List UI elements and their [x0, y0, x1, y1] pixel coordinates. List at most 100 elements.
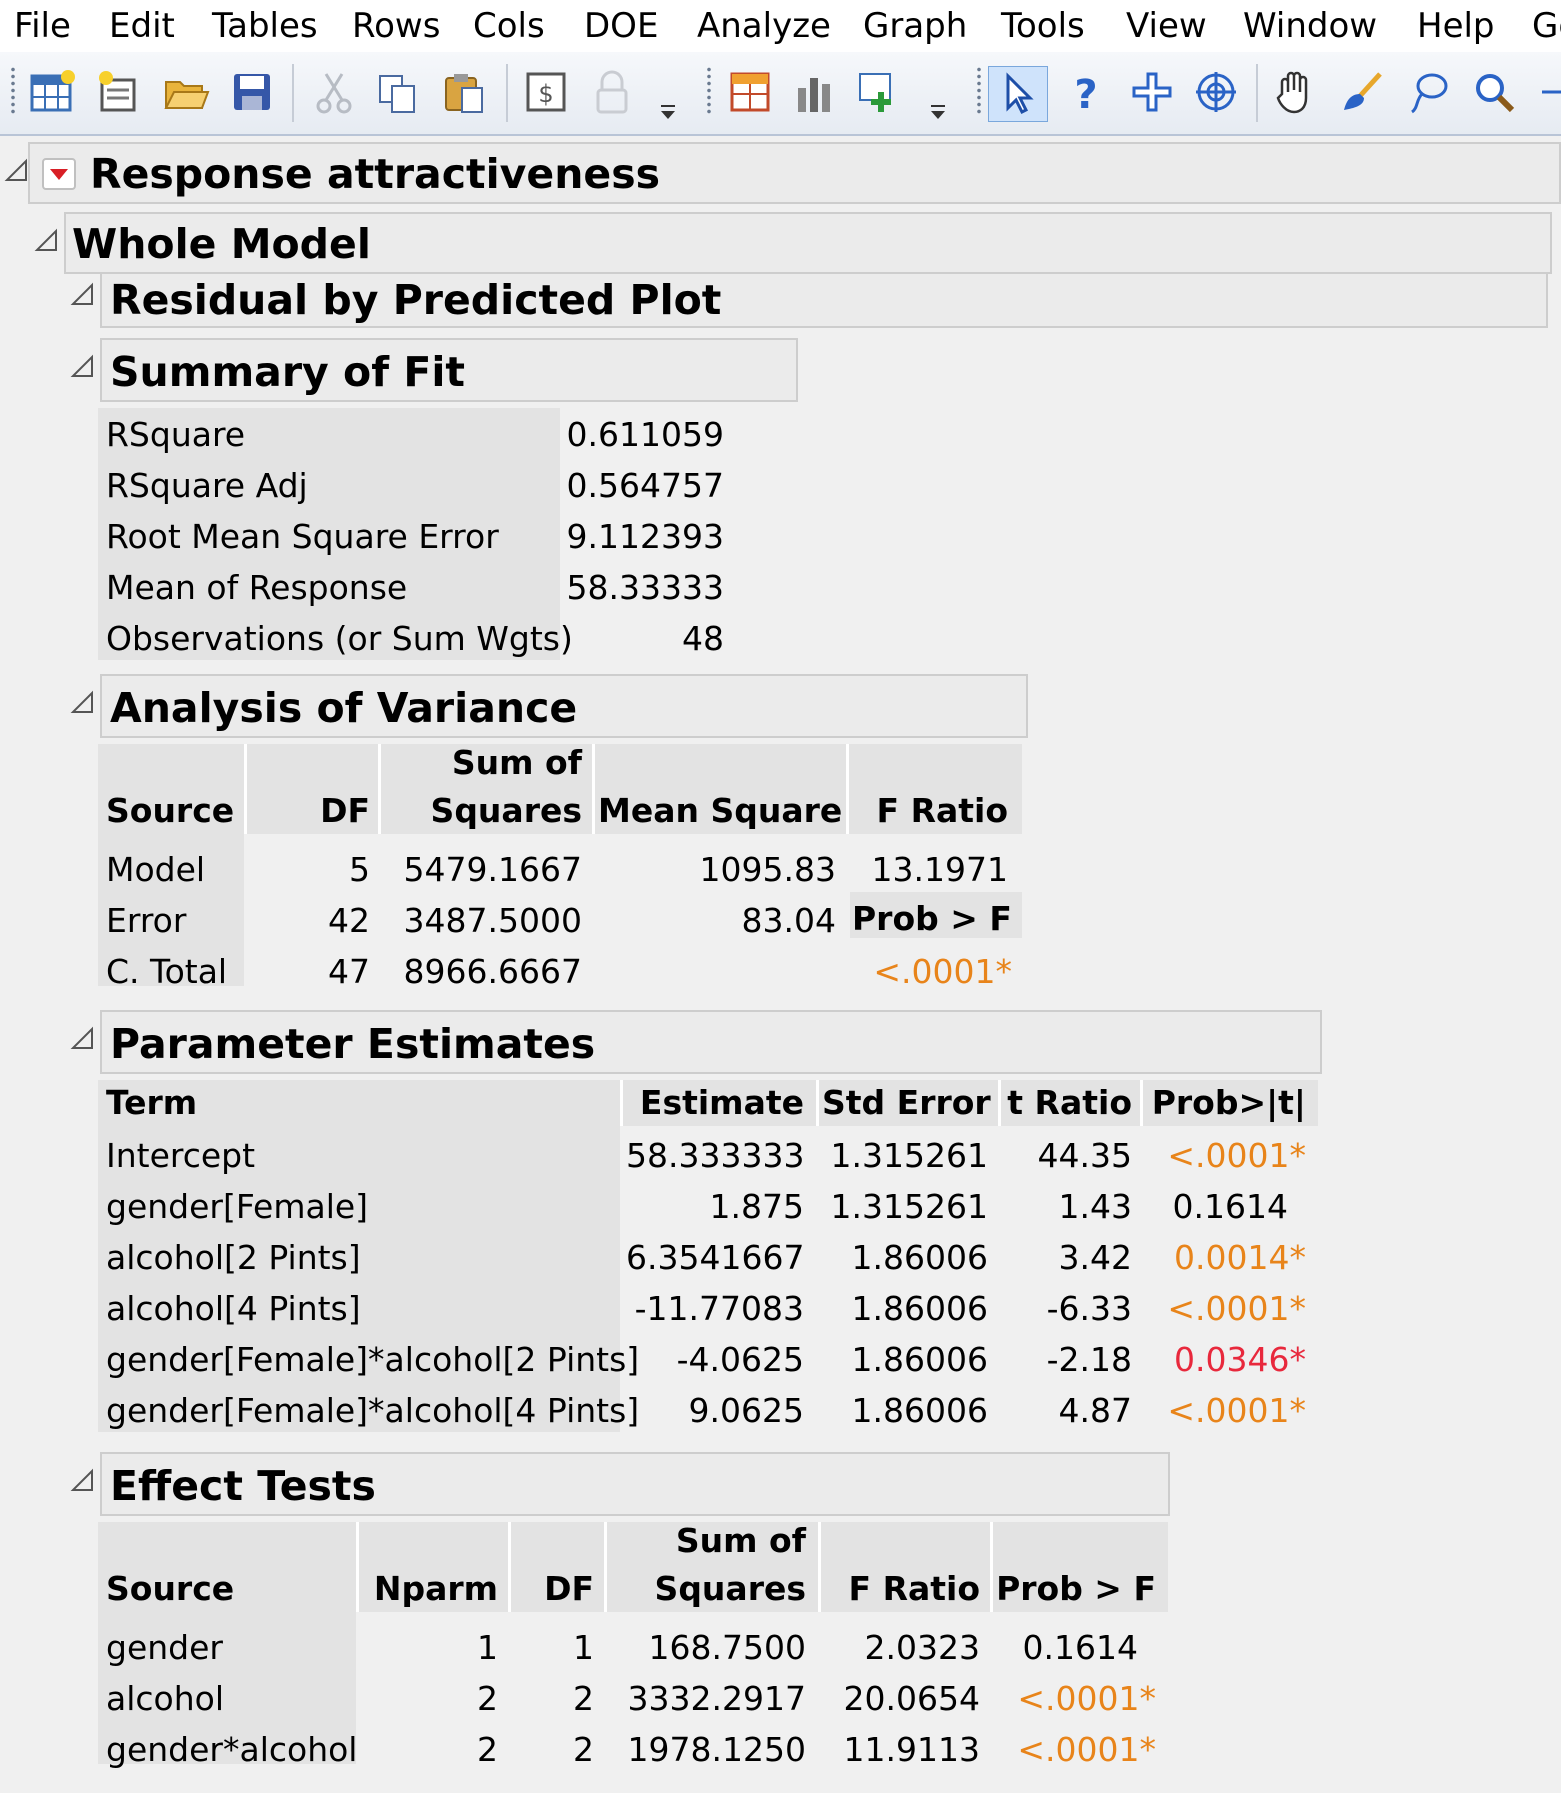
toolbar-overflow-icon[interactable] — [928, 102, 948, 122]
effects-col-f: F Ratio — [848, 1569, 980, 1608]
menu-tools[interactable]: Tools — [1001, 6, 1085, 46]
help-icon[interactable]: ? — [1062, 68, 1110, 116]
effects-col-ss: Sum of — [675, 1521, 806, 1560]
add-rows-icon[interactable] — [856, 68, 904, 116]
params-col-t: t Ratio — [1007, 1083, 1132, 1122]
summary-of-fit-title: Summary of Fit — [110, 348, 465, 396]
params-estimate: -11.77083 — [634, 1289, 804, 1328]
anova-ms: 1095.83 — [699, 850, 836, 889]
params-t-ratio: -6.33 — [1046, 1289, 1132, 1328]
effects-f-ratio: 20.0654 — [843, 1679, 980, 1718]
summary-value: 58.33333 — [566, 568, 724, 607]
menu-cols[interactable]: Cols — [473, 6, 545, 46]
menu-rows[interactable]: Rows — [352, 6, 440, 46]
effect-tests-header[interactable]: Effect Tests — [100, 1452, 1170, 1516]
lock-icon[interactable] — [588, 68, 636, 116]
disclosure-triangle-icon[interactable] — [70, 1468, 96, 1494]
whole-model-title: Whole Model — [72, 220, 371, 268]
report-header: Response attractiveness — [28, 142, 1561, 204]
effects-col-source: Source — [106, 1569, 235, 1608]
toolbar-grip[interactable] — [10, 66, 16, 116]
params-t-ratio: -2.18 — [1046, 1340, 1132, 1379]
menu-file[interactable]: File — [14, 6, 71, 46]
summary-value: 9.112393 — [566, 517, 724, 556]
anova-header[interactable]: Analysis of Variance — [100, 674, 1028, 738]
menu-tables[interactable]: Tables — [212, 6, 318, 46]
hand-icon[interactable] — [1272, 68, 1320, 116]
lasso-icon[interactable] — [1404, 68, 1452, 116]
summary-label: RSquare Adj — [106, 466, 308, 505]
copy-icon[interactable] — [374, 68, 422, 116]
params-stderr: 1.315261 — [830, 1187, 988, 1226]
anova-title: Analysis of Variance — [110, 684, 578, 732]
effects-ss: 168.7500 — [648, 1628, 806, 1667]
report-title: Response attractiveness — [90, 150, 661, 198]
menu-window[interactable]: Window — [1243, 6, 1377, 46]
residual-plot-header[interactable]: Residual by Predicted Plot — [100, 272, 1548, 328]
disclosure-triangle-icon[interactable] — [70, 282, 96, 308]
anova-df: 5 — [349, 850, 370, 889]
arrow-tool-icon[interactable] — [988, 66, 1048, 122]
menu-view[interactable]: View — [1126, 6, 1207, 46]
brush-icon[interactable] — [1338, 68, 1386, 116]
effects-source: alcohol — [106, 1679, 224, 1718]
params-prob: <.0001* — [1167, 1289, 1306, 1328]
params-term: gender[Female]*alcohol[2 Pints] — [106, 1340, 640, 1379]
summary-value: 48 — [682, 619, 724, 658]
open-file-icon[interactable] — [162, 68, 210, 116]
disclosure-triangle-icon[interactable] — [70, 1026, 96, 1052]
new-script-icon[interactable] — [94, 68, 142, 116]
params-term: alcohol[2 Pints] — [106, 1238, 361, 1277]
menu-help[interactable]: Help — [1417, 6, 1495, 46]
cut-icon[interactable] — [310, 68, 358, 116]
effects-df: 2 — [573, 1730, 594, 1769]
menu-more[interactable]: Ge — [1532, 6, 1561, 46]
summary-of-fit-header[interactable]: Summary of Fit — [100, 338, 798, 402]
distribution-icon[interactable] — [790, 68, 838, 116]
toolbar-grip[interactable] — [976, 66, 982, 116]
toolbar-overflow-icon[interactable] — [658, 102, 678, 122]
params-estimate: 9.0625 — [688, 1391, 804, 1430]
menu-doe[interactable]: DOE — [584, 6, 658, 46]
anova-col-prob: Prob > F — [852, 899, 1012, 938]
toolbar: $ ? — [0, 52, 1561, 136]
effects-nparm: 1 — [477, 1628, 498, 1667]
anova-ss: 5479.1667 — [403, 850, 582, 889]
params-prob: 0.1614 — [1172, 1187, 1288, 1226]
effects-nparm: 2 — [477, 1730, 498, 1769]
menu-edit[interactable]: Edit — [109, 6, 175, 46]
anova-f-ratio: 13.1971 — [871, 850, 1008, 889]
red-triangle-menu-icon[interactable] — [42, 158, 76, 190]
tabulate-icon[interactable] — [726, 68, 774, 116]
anova-ss: 8966.6667 — [403, 952, 582, 991]
new-data-table-icon[interactable] — [28, 68, 76, 116]
effects-col-ss: Squares — [654, 1569, 806, 1608]
effects-col-nparm: Nparm — [373, 1569, 498, 1608]
disclosure-triangle-icon[interactable] — [34, 228, 60, 254]
disclosure-triangle-icon[interactable] — [70, 690, 96, 716]
clipboard-icon[interactable]: $ — [522, 68, 570, 116]
effects-nparm: 2 — [477, 1679, 498, 1718]
toolbar-grip[interactable] — [706, 66, 712, 116]
whole-model-header[interactable]: Whole Model — [64, 212, 1552, 274]
save-icon[interactable] — [228, 68, 276, 116]
disclosure-triangle-icon[interactable] — [70, 354, 96, 380]
summary-value: 0.611059 — [566, 415, 724, 454]
parameter-estimates-header[interactable]: Parameter Estimates — [100, 1010, 1322, 1074]
crosshair-icon[interactable] — [1128, 68, 1176, 116]
effects-df: 2 — [573, 1679, 594, 1718]
anova-col-ms: Mean Square — [598, 791, 843, 830]
disclosure-triangle-icon[interactable] — [4, 158, 30, 184]
summary-label: Observations (or Sum Wgts) — [106, 619, 573, 658]
more-tools-icon[interactable] — [1536, 68, 1561, 116]
paste-icon[interactable] — [440, 68, 488, 116]
params-term: gender[Female] — [106, 1187, 369, 1226]
menu-graph[interactable]: Graph — [863, 6, 967, 46]
params-term: alcohol[4 Pints] — [106, 1289, 361, 1328]
effects-prob: <.0001* — [1017, 1730, 1156, 1769]
selection-icon[interactable] — [1192, 68, 1240, 116]
magnifier-icon[interactable] — [1470, 68, 1518, 116]
effects-f-ratio: 11.9113 — [843, 1730, 980, 1769]
params-t-ratio: 44.35 — [1037, 1136, 1132, 1175]
menu-analyze[interactable]: Analyze — [697, 6, 831, 46]
